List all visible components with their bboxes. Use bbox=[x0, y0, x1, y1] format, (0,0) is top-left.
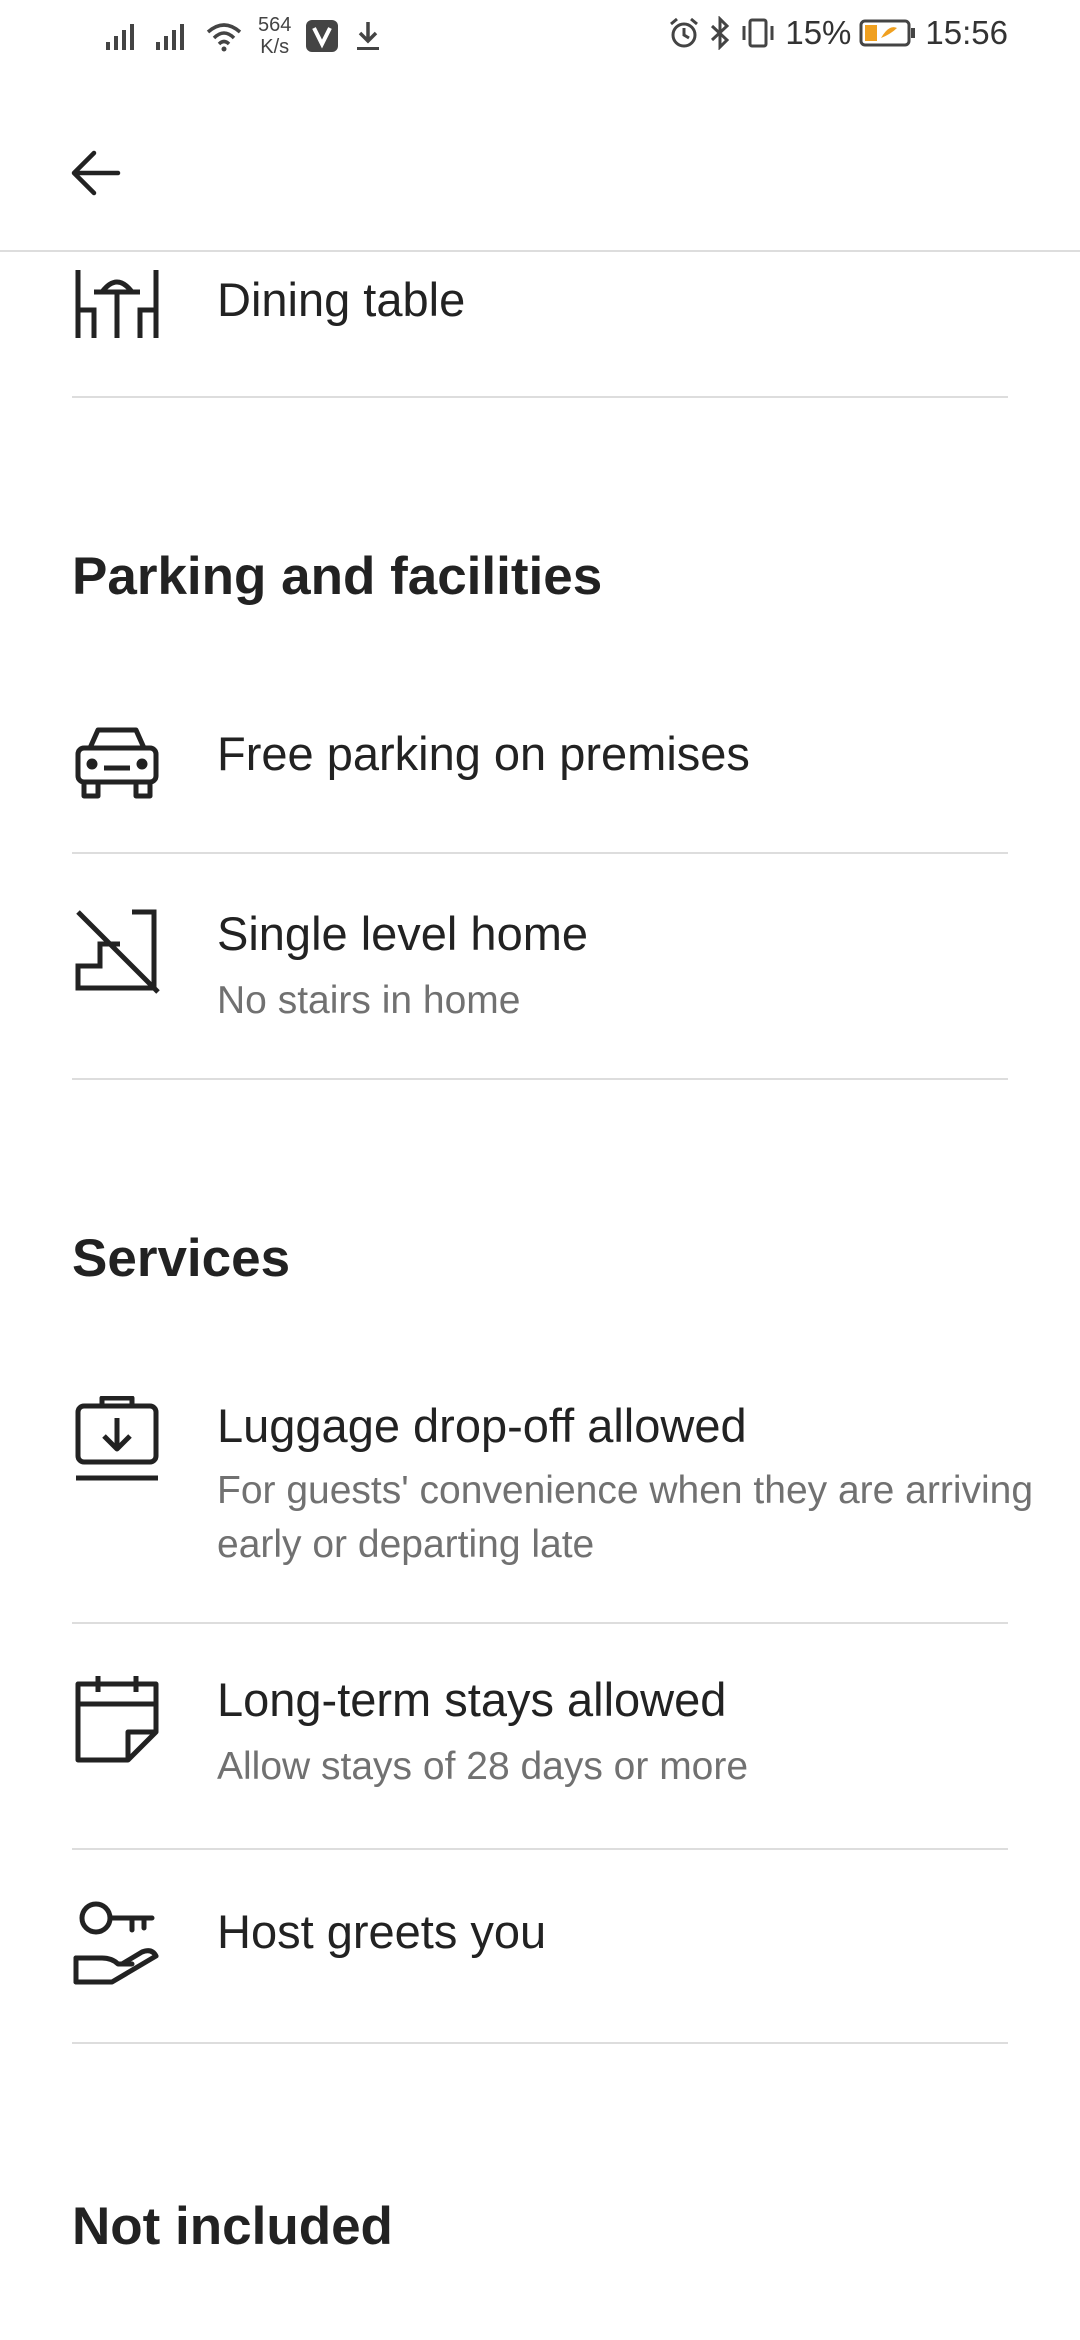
status-left: 564 K/s bbox=[104, 14, 383, 58]
amenity-long-term-stays: Long-term stays allowed Allow stays of 2… bbox=[72, 1622, 1008, 1850]
clock: 15:56 bbox=[925, 14, 1008, 51]
dining-table-icon bbox=[75, 270, 159, 338]
amenity-subtitle: For guests' convenience when they are ar… bbox=[217, 1469, 1034, 1566]
app-v-icon bbox=[306, 20, 339, 52]
car-icon bbox=[75, 727, 159, 799]
back-button[interactable] bbox=[60, 138, 130, 208]
amenity-title: Host greets you bbox=[217, 1905, 547, 1958]
speed-unit: K/s bbox=[260, 36, 290, 58]
amenity-title: Long-term stays allowed bbox=[217, 1673, 727, 1726]
amenity-title: Single level home bbox=[217, 907, 588, 960]
amenity-subtitle: Allow stays of 28 days or more bbox=[217, 1745, 749, 1788]
amenity-single-level-home: Single level home No stairs in home bbox=[72, 852, 1008, 1080]
bluetooth-icon bbox=[711, 16, 730, 50]
battery-percent: 15% bbox=[785, 14, 852, 51]
calendar-icon bbox=[75, 1676, 159, 1763]
luggage-icon bbox=[75, 1396, 159, 1481]
amenity-luggage-dropoff: Luggage drop-off allowed For guests' con… bbox=[72, 1380, 1033, 1624]
vibrate-icon bbox=[742, 18, 774, 48]
app-bar bbox=[0, 80, 1080, 252]
battery-icon bbox=[859, 19, 916, 47]
key-hand-icon bbox=[73, 1901, 159, 1985]
signal-icon bbox=[106, 24, 134, 50]
amenity-title: Dining table bbox=[217, 273, 466, 326]
alarm-icon bbox=[670, 17, 699, 48]
section-parking-facilities: Parking and facilities bbox=[72, 547, 603, 606]
amenity-dining-table: Dining table bbox=[72, 252, 1008, 398]
speed-value: 564 bbox=[258, 14, 292, 36]
section-services: Services bbox=[72, 1229, 291, 1288]
no-stairs-icon bbox=[75, 909, 160, 994]
amenity-title: Luggage drop-off allowed bbox=[217, 1399, 747, 1452]
amenity-subtitle: No stairs in home bbox=[217, 979, 521, 1022]
amenity-title: Free parking on premises bbox=[217, 727, 750, 780]
signal-icon bbox=[156, 24, 184, 50]
status-bar: 564 K/s 15% 15:56 bbox=[0, 0, 1080, 80]
network-speed: 564 K/s bbox=[258, 14, 291, 58]
download-icon bbox=[357, 22, 380, 50]
status-right: 15% 15:56 bbox=[667, 14, 1008, 52]
amenity-free-parking: Free parking on premises bbox=[72, 700, 1008, 854]
amenity-host-greets: Host greets you bbox=[72, 1848, 1008, 2044]
wifi-icon bbox=[206, 23, 242, 52]
section-not-included: Not included bbox=[72, 2197, 393, 2256]
arrow-left-icon bbox=[71, 150, 121, 196]
